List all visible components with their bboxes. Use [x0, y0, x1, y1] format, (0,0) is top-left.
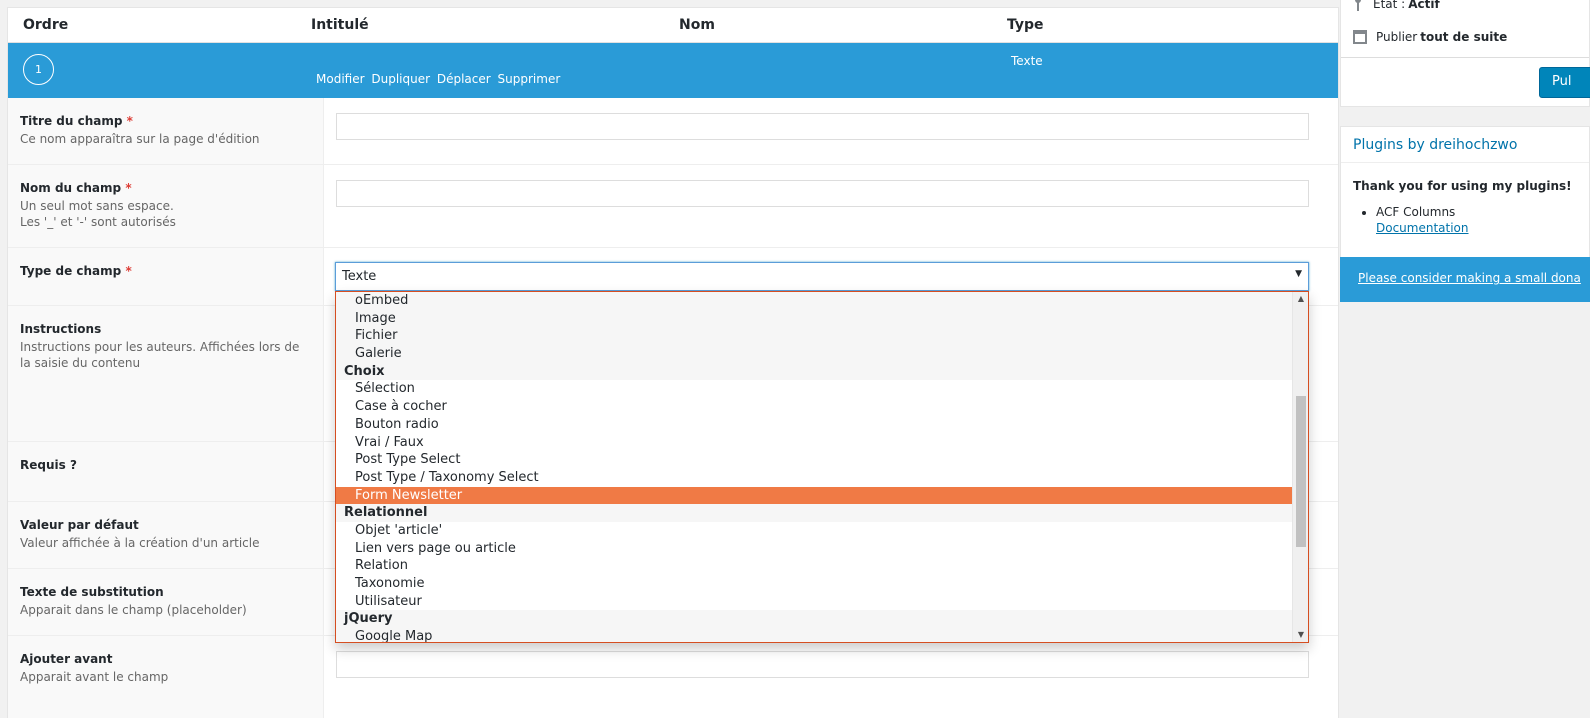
chevron-down-icon: ▼: [1295, 269, 1302, 279]
dropdown-option[interactable]: Fichier: [336, 327, 1292, 346]
scroll-down-arrow-icon[interactable]: ▼: [1293, 628, 1308, 642]
dropdown-option[interactable]: Relation: [336, 557, 1292, 575]
type-dropdown[interactable]: oEmbed Image Fichier Galerie Choix Sélection C…: [335, 291, 1309, 643]
publish-button[interactable]: Pul: [1539, 67, 1590, 98]
dropdown-option-selected[interactable]: Form Newsletter: [336, 486, 1292, 505]
type-options-list: oEmbed Image Fichier Galerie Choix Sélection C…: [336, 292, 1292, 642]
plugins-box: Plugins by dreihochzwo Thank you for usi…: [1340, 126, 1590, 302]
publish-box: Etat : Actif Publier tout de suite Pul: [1340, 0, 1590, 107]
plugin-name: ACF Columns: [1376, 205, 1456, 219]
supprimer-link[interactable]: Supprimer: [498, 72, 561, 86]
dropdown-option[interactable]: Post Type Select: [336, 451, 1292, 469]
documentation-link[interactable]: Documentation: [1376, 221, 1589, 235]
pin-icon: [1353, 0, 1363, 11]
donate-link[interactable]: Please consider making a small dona: [1340, 257, 1590, 302]
avant-label: Ajouter avant: [20, 652, 113, 666]
column-type: Type: [1007, 17, 1044, 33]
dropdown-option[interactable]: Objet 'article': [336, 521, 1292, 540]
field-row-actions: Modifier Dupliquer Déplacer Supprimer: [316, 72, 563, 86]
column-ordre: Ordre: [23, 17, 69, 33]
dropdown-option[interactable]: Image: [336, 309, 1292, 328]
column-nom: Nom: [679, 17, 715, 33]
titre-label: Titre du champ *: [20, 114, 133, 128]
valeur-desc: Valeur affichée à la création d'un artic…: [20, 536, 260, 550]
scroll-up-arrow-icon[interactable]: ▲: [1293, 292, 1308, 306]
substitution-desc: Apparait dans le champ (placeholder): [20, 603, 247, 617]
field-row-active[interactable]: 1 Modifier Dupliquer Déplacer Supprimer …: [8, 43, 1338, 98]
nom-desc-1: Un seul mot sans espace.: [20, 199, 174, 213]
deplacer-link[interactable]: Déplacer: [437, 72, 491, 86]
list-item: ACF Columns Documentation: [1376, 205, 1589, 235]
option-group-label: Choix: [336, 362, 1292, 381]
dropdown-option[interactable]: Bouton radio: [336, 415, 1292, 434]
publier-line: Publier tout de suite: [1353, 30, 1507, 44]
dropdown-option[interactable]: oEmbed: [336, 292, 1292, 310]
instructions-label: Instructions: [20, 322, 102, 336]
avant-desc: Apparait avant le champ: [20, 670, 169, 684]
dupliquer-link[interactable]: Dupliquer: [371, 72, 430, 86]
type-select-value: Texte: [342, 269, 377, 284]
instructions-desc: Instructions pour les auteurs. Affichées…: [20, 340, 300, 370]
modifier-link[interactable]: Modifier: [316, 72, 365, 86]
dropdown-option[interactable]: Case à cocher: [336, 398, 1292, 416]
option-group-label: jQuery: [336, 610, 1292, 629]
dropdown-option[interactable]: Taxonomie: [336, 575, 1292, 593]
column-intitule: Intitulé: [311, 17, 369, 33]
calendar-icon: [1353, 30, 1367, 44]
publier-value: tout de suite: [1420, 30, 1508, 44]
valeur-label: Valeur par défaut: [20, 518, 139, 532]
type-label: Type de champ *: [20, 264, 132, 278]
dropdown-option[interactable]: Vrai / Faux: [336, 433, 1292, 452]
dropdown-option[interactable]: Google Map: [336, 628, 1292, 642]
fields-table-header: Ordre Intitulé Nom Type: [8, 8, 1338, 43]
dropdown-option[interactable]: Utilisateur: [336, 592, 1292, 611]
titre-input[interactable]: [336, 113, 1309, 140]
type-select[interactable]: Texte ▼: [335, 262, 1309, 291]
field-order-badge[interactable]: 1: [23, 54, 54, 85]
dropdown-scrollbar[interactable]: ▲ ▼: [1292, 292, 1308, 642]
dropdown-option[interactable]: Lien vers page ou article: [336, 539, 1292, 558]
scrollbar-thumb[interactable]: [1296, 396, 1306, 547]
row-avant: Ajouter avant Apparait avant le champ: [8, 636, 1338, 718]
plugins-list: ACF Columns Documentation: [1341, 205, 1589, 235]
row-nom: Nom du champ * Un seul mot sans espace. …: [8, 165, 1338, 248]
field-group-panel: Ordre Intitulé Nom Type 1 Modifier Dupli…: [7, 7, 1339, 718]
dropdown-option[interactable]: Post Type / Taxonomy Select: [336, 468, 1292, 487]
option-group-label: Relationnel: [336, 504, 1292, 522]
row-titre: Titre du champ * Ce nom apparaîtra sur l…: [8, 98, 1338, 165]
avant-input[interactable]: [336, 651, 1309, 678]
substitution-label: Texte de substitution: [20, 585, 164, 599]
plugins-thanks: Thank you for using my plugins!: [1353, 179, 1572, 193]
nom-label: Nom du champ *: [20, 181, 132, 195]
requis-label: Requis ?: [20, 458, 77, 472]
etat-value: Actif: [1408, 0, 1440, 11]
etat-line: Etat : Actif: [1353, 0, 1440, 11]
titre-desc: Ce nom apparaîtra sur la page d'édition: [20, 132, 260, 146]
field-type-value: Texte: [1011, 54, 1043, 68]
nom-input[interactable]: [336, 180, 1309, 207]
plugins-box-title[interactable]: Plugins by dreihochzwo: [1341, 127, 1589, 163]
nom-desc-2: Les '_' et '-' sont autorisés: [20, 215, 176, 229]
dropdown-option[interactable]: Sélection: [336, 380, 1292, 399]
dropdown-option[interactable]: Galerie: [336, 345, 1292, 363]
